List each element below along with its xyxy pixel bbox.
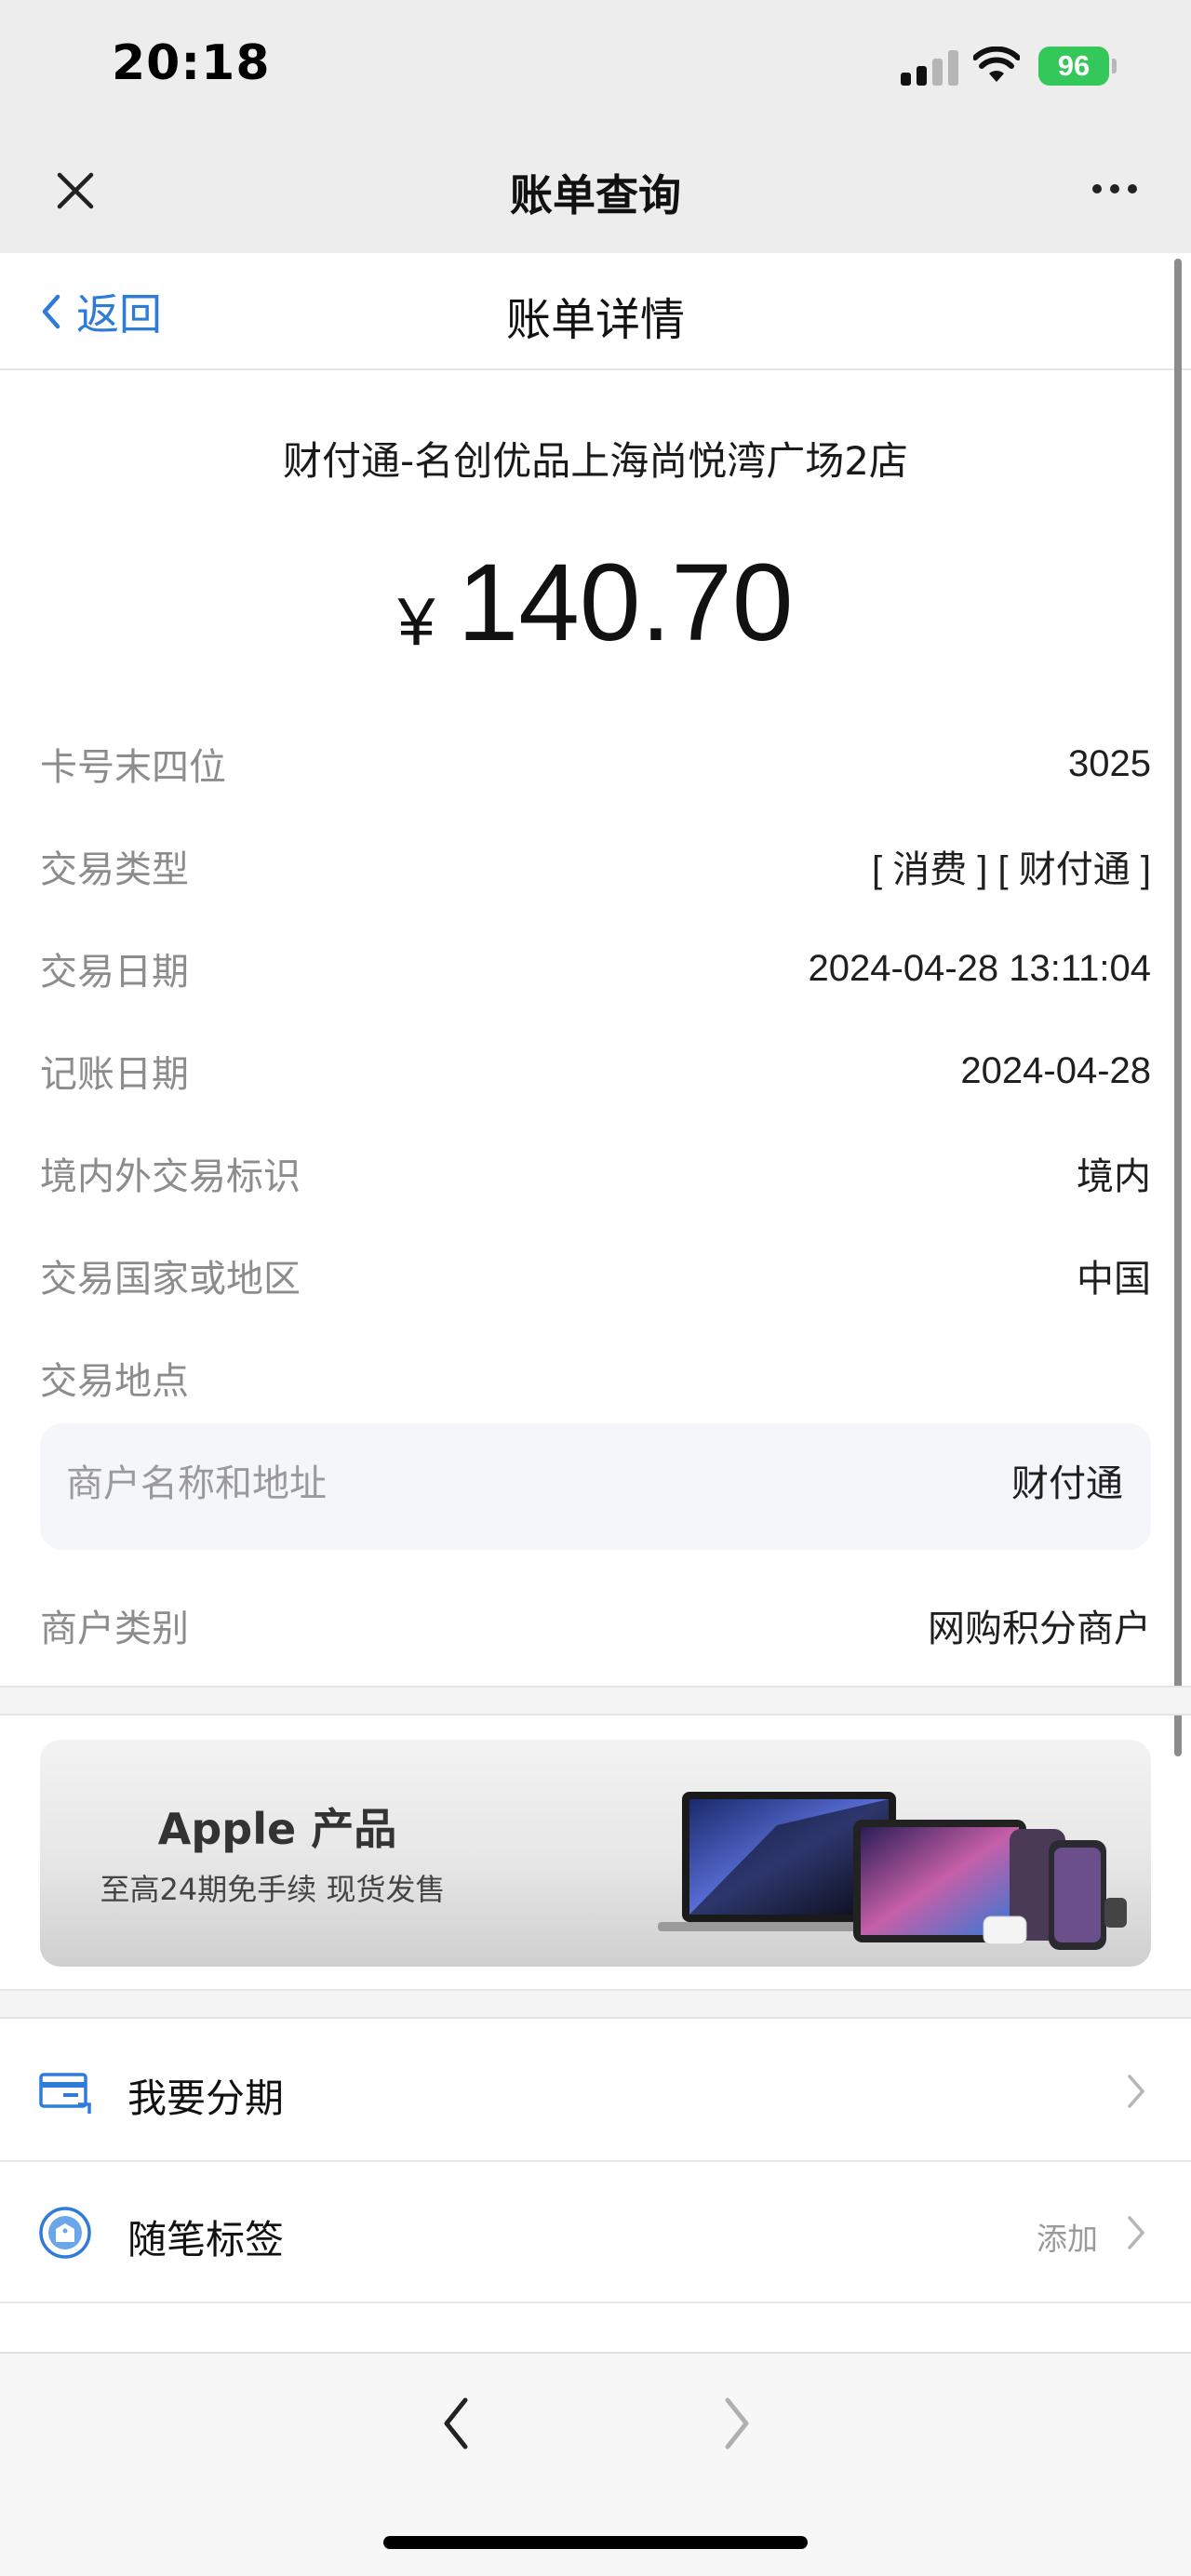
devices-illustration-icon <box>658 1792 1127 1950</box>
battery-indicator: 96 <box>1038 47 1109 86</box>
amount-currency: ¥ <box>397 585 435 660</box>
nav-bar: 账单查询 <box>0 130 1191 253</box>
detail-label: 记账日期 <box>40 1053 189 1096</box>
detail-value: 境内 <box>1077 1156 1151 1197</box>
more-icon[interactable] <box>1087 179 1143 197</box>
home-indicator[interactable] <box>383 2536 808 2549</box>
banner-subtitle: 至高24期免手续 现货发售 <box>100 1872 446 1907</box>
detail-value: 2024-04-28 <box>960 1049 1151 1091</box>
detail-label: 交易国家或地区 <box>40 1258 301 1301</box>
merchant-info-box: 商户名称和地址 财付通 <box>40 1423 1151 1550</box>
detail-row-location: 交易地点 <box>40 1345 1151 1410</box>
detail-label: 交易日期 <box>40 951 189 994</box>
browser-forward-icon[interactable] <box>713 2391 759 2456</box>
detail-label: 交易类型 <box>40 848 189 891</box>
merchant-title: 财付通-名创优品上海尚悦湾广场2店 <box>283 438 908 484</box>
detail-row-posting-date: 记账日期 2024-04-28 <box>40 1038 1151 1103</box>
chevron-right-icon <box>1128 2216 1144 2249</box>
bill-amount: ¥140.70 <box>0 540 1191 666</box>
detail-row-country: 交易国家或地区 中国 <box>40 1243 1151 1308</box>
status-time: 20:18 <box>112 35 271 91</box>
chevron-right-icon <box>1128 2075 1144 2108</box>
merchant-box-value: 财付通 <box>1011 1463 1123 1504</box>
tag-icon <box>39 2207 91 2259</box>
installment-icon <box>39 2073 91 2114</box>
detail-row-merchant-category: 商户类别 网购积分商户 <box>40 1593 1151 1658</box>
section-divider <box>0 1989 1191 2019</box>
browser-back-icon[interactable] <box>434 2391 480 2456</box>
promo-banner[interactable]: Apple 产品 至高24期免手续 现货发售 <box>40 1740 1151 1967</box>
banner-title: Apple 产品 <box>157 1804 397 1854</box>
detail-label: 商户类别 <box>40 1608 189 1650</box>
detail-value: 3025 <box>1068 742 1151 784</box>
amount-value: 140.70 <box>457 541 794 664</box>
installment-label: 我要分期 <box>127 2075 285 2121</box>
page-header: 返回 账单详情 <box>0 253 1191 370</box>
battery-cap <box>1112 59 1117 73</box>
detail-label: 卡号末四位 <box>40 746 226 789</box>
detail-row-transaction-date: 交易日期 2024-04-28 13:11:04 <box>40 936 1151 1001</box>
battery-level: 96 <box>1057 49 1091 82</box>
tag-add-hint[interactable]: 添加 <box>1037 2214 1098 2259</box>
merchant-box-label: 商户名称和地址 <box>66 1462 327 1505</box>
detail-value: 中国 <box>1077 1259 1151 1300</box>
detail-label: 交易地点 <box>40 1360 189 1403</box>
detail-row-transaction-type: 交易类型 [ 消费 ] [ 财付通 ] <box>40 834 1151 899</box>
tag-row[interactable]: 随笔标签 添加 <box>0 2162 1191 2303</box>
detail-value: 网购积分商户 <box>928 1608 1151 1649</box>
wifi-icon <box>973 47 1020 82</box>
cellular-signal-icon <box>901 50 958 86</box>
nav-title: 账单查询 <box>510 170 681 220</box>
detail-label: 境内外交易标识 <box>40 1155 301 1198</box>
tag-label: 随笔标签 <box>127 2217 285 2262</box>
detail-value: [ 消费 ] [ 财付通 ] <box>871 849 1151 890</box>
section-divider <box>0 1686 1191 1715</box>
detail-row-domestic-flag: 境内外交易标识 境内 <box>40 1141 1151 1206</box>
detail-row-card-number: 卡号末四位 3025 <box>40 731 1151 796</box>
page-title: 账单详情 <box>505 294 685 346</box>
status-bar: 20:18 96 <box>0 0 1191 130</box>
detail-value: 2024-04-28 13:11:04 <box>808 947 1151 989</box>
installment-row[interactable]: 我要分期 <box>0 2021 1191 2162</box>
